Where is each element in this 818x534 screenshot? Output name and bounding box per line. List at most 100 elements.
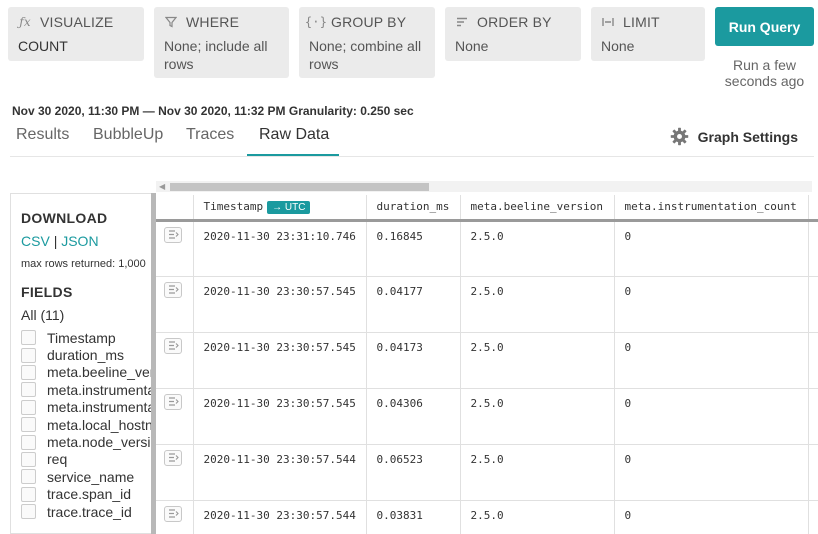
field-item[interactable]: meta.beeline_version <box>21 364 153 381</box>
field-checkbox[interactable] <box>21 486 36 502</box>
row-icon-cell[interactable] <box>156 444 194 501</box>
cell-instrumentation-count: 0 <box>614 276 809 333</box>
row-icon-cell[interactable] <box>156 220 194 277</box>
cell-overflow <box>808 332 818 389</box>
utc-badge[interactable]: → UTC <box>267 200 311 214</box>
order-by-clause[interactable]: ORDER BY None <box>445 7 581 61</box>
cell-timestamp: 2020-11-30 23:30:57.544 <box>193 444 367 501</box>
field-item[interactable]: meta.instrumentations <box>21 399 153 416</box>
csv-link[interactable]: CSV <box>21 233 50 249</box>
cell-timestamp: 2020-11-30 23:30:57.545 <box>193 332 367 389</box>
where-value: None; include all rows <box>164 38 268 72</box>
filter-icon <box>164 15 178 29</box>
column-header-timestamp[interactable]: Timestamp → UTC <box>193 195 367 222</box>
cell-duration: 0.04177 <box>366 276 461 333</box>
download-links: CSV | JSON <box>21 233 99 249</box>
field-checkbox[interactable] <box>21 364 36 380</box>
visualize-label: VISUALIZE <box>40 14 114 30</box>
field-checkbox[interactable] <box>21 434 36 450</box>
limit-value: None <box>601 38 635 54</box>
horizontal-scrollbar[interactable]: ◀ <box>156 181 812 192</box>
field-checkbox[interactable] <box>21 504 36 520</box>
cell-overflow <box>808 500 818 534</box>
field-checkbox[interactable] <box>21 330 36 346</box>
time-range: Nov 30 2020, 11:30 PM — Nov 30 2020, 11:… <box>12 104 414 118</box>
field-checkbox[interactable] <box>21 469 36 485</box>
graph-settings-button[interactable]: Graph Settings <box>670 127 798 146</box>
cell-instrumentation-count: 0 <box>614 332 809 389</box>
field-item[interactable]: meta.instrumentation_count <box>21 381 153 398</box>
limit-icon <box>601 15 615 29</box>
tab-raw-data[interactable]: Raw Data <box>247 126 339 156</box>
table-row: 2020-11-30 23:30:57.545 0.04177 2.5.0 0 <box>156 276 818 333</box>
column-header-instrumentation-count[interactable]: meta.instrumentation_count <box>614 195 809 222</box>
scroll-left-icon[interactable]: ◀ <box>159 182 165 191</box>
tab-bubbleup[interactable]: BubbleUp <box>87 126 169 156</box>
cell-beeline-version: 2.5.0 <box>460 276 615 333</box>
cell-instrumentation-count: 0 <box>614 500 809 534</box>
field-label: meta.local_hostname <box>47 416 153 433</box>
group-by-label: GROUP BY <box>331 14 407 30</box>
order-by-label: ORDER BY <box>477 14 552 30</box>
order-by-value: None <box>455 38 489 54</box>
field-item[interactable]: req <box>21 451 153 468</box>
time-separator: — <box>142 104 155 118</box>
field-checkbox[interactable] <box>21 451 36 467</box>
field-label: service_name <box>47 468 135 485</box>
cell-beeline-version: 2.5.0 <box>460 500 615 534</box>
sort-icon <box>455 15 469 29</box>
run-query-button[interactable]: Run Query <box>715 7 814 46</box>
tab-traces[interactable]: Traces <box>180 126 240 156</box>
table-row: 2020-11-30 23:30:57.544 0.06523 2.5.0 0 <box>156 444 818 501</box>
tab-results[interactable]: Results <box>10 126 75 156</box>
where-clause[interactable]: WHERE None; include all rows <box>154 7 289 78</box>
field-item[interactable]: trace.span_id <box>21 486 153 503</box>
row-icon-cell[interactable] <box>156 500 194 534</box>
cell-overflow <box>808 388 818 445</box>
field-checkbox[interactable] <box>21 347 36 363</box>
column-header-beeline-version[interactable]: meta.beeline_version <box>460 195 615 222</box>
field-item[interactable]: trace.trace_id <box>21 503 153 520</box>
field-label: meta.beeline_version <box>47 364 153 381</box>
field-item[interactable]: meta.node_version <box>21 433 153 450</box>
cell-timestamp: 2020-11-30 23:30:57.545 <box>193 276 367 333</box>
field-checkbox[interactable] <box>21 399 36 415</box>
row-detail-icon[interactable] <box>164 226 182 243</box>
cell-timestamp: 2020-11-30 23:31:10.746 <box>193 220 367 277</box>
column-header-duration[interactable]: duration_ms <box>366 195 461 222</box>
field-item[interactable]: duration_ms <box>21 346 153 363</box>
field-label: meta.node_version <box>47 434 153 451</box>
field-label: trace.trace_id <box>47 503 132 520</box>
field-label: req <box>47 451 68 468</box>
scrollbar-thumb[interactable] <box>170 183 429 191</box>
row-icon-cell[interactable] <box>156 388 194 445</box>
field-item[interactable]: Timestamp <box>21 329 153 346</box>
visualize-clause[interactable]: ƒx VISUALIZE COUNT <box>8 7 144 61</box>
field-item[interactable]: meta.local_hostname <box>21 416 153 433</box>
field-checkbox[interactable] <box>21 382 36 398</box>
limit-label: LIMIT <box>623 14 660 30</box>
row-icon-header <box>156 195 194 222</box>
row-icon-cell[interactable] <box>156 276 194 333</box>
json-link[interactable]: JSON <box>61 233 98 249</box>
granularity-value: 0.250 sec <box>360 104 414 118</box>
row-icon-cell[interactable] <box>156 332 194 389</box>
field-checkbox[interactable] <box>21 417 36 433</box>
cell-overflow <box>808 444 818 501</box>
field-item[interactable]: service_name <box>21 468 153 485</box>
row-detail-icon[interactable] <box>164 281 182 298</box>
cell-beeline-version: 2.5.0 <box>460 332 615 389</box>
row-detail-icon[interactable] <box>164 337 182 354</box>
row-detail-icon[interactable] <box>164 505 182 522</box>
cell-duration: 0.03831 <box>366 500 461 534</box>
field-label: meta.instrumentation_count <box>47 381 153 398</box>
max-rows-text: max rows returned: 1,000 <box>21 258 146 270</box>
limit-clause[interactable]: LIMIT None <box>591 7 705 61</box>
all-fields-toggle[interactable]: All (11) <box>21 307 64 323</box>
cell-beeline-version: 2.5.0 <box>460 444 615 501</box>
table-row: 2020-11-30 23:30:57.544 0.03831 2.5.0 0 <box>156 500 818 534</box>
field-label: meta.instrumentations <box>47 399 153 416</box>
row-detail-icon[interactable] <box>164 449 182 466</box>
row-detail-icon[interactable] <box>164 393 182 410</box>
group-by-clause[interactable]: {·} GROUP BY None; combine all rows <box>299 7 435 78</box>
